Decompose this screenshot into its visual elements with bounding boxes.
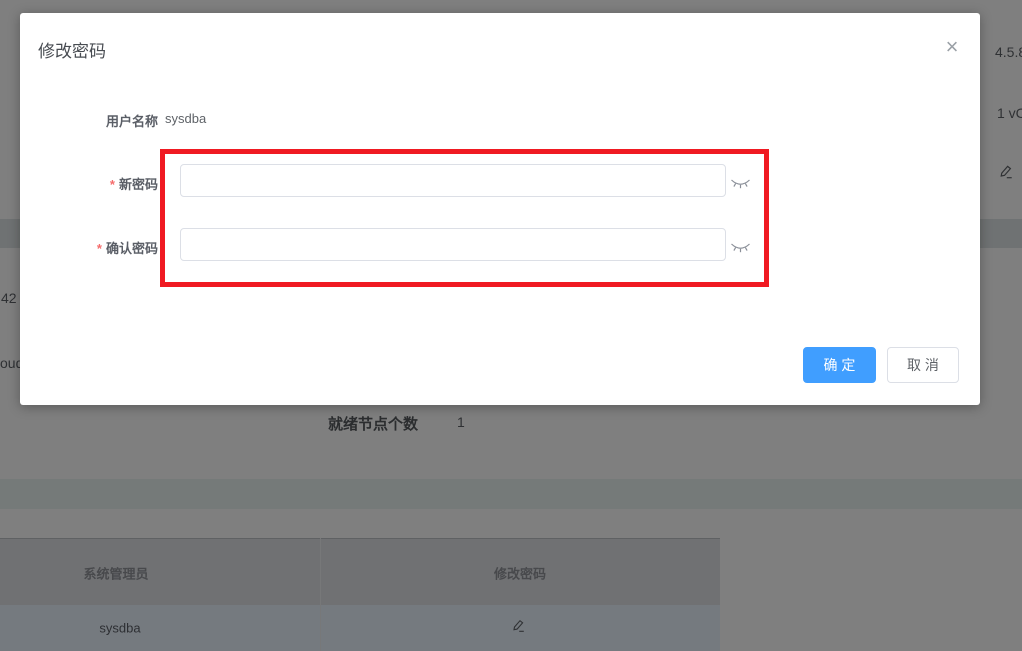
new-password-label: 新密码 (119, 177, 158, 192)
password-hidden-eye-icon[interactable] (728, 239, 752, 259)
required-asterisk: * (97, 241, 102, 256)
dialog-title: 修改密码 (38, 37, 106, 62)
required-asterisk: * (110, 177, 115, 192)
username-label: 用户名称 (20, 111, 158, 130)
new-password-input[interactable] (180, 164, 726, 197)
cancel-button[interactable]: 取 消 (887, 347, 959, 383)
username-value: sysdba (165, 111, 206, 126)
new-password-label-wrap: * 新密码 (20, 174, 158, 193)
close-icon[interactable]: × (936, 31, 968, 63)
confirm-button[interactable]: 确 定 (803, 347, 876, 383)
confirm-password-label-wrap: * 确认密码 (20, 238, 158, 257)
change-password-dialog: 修改密码 × 用户名称 sysdba * 新密码 * 确认密码 确 定 取 消 (20, 13, 980, 405)
confirm-password-label: 确认密码 (106, 241, 158, 256)
password-hidden-eye-icon[interactable] (728, 175, 752, 195)
confirm-password-input[interactable] (180, 228, 726, 261)
